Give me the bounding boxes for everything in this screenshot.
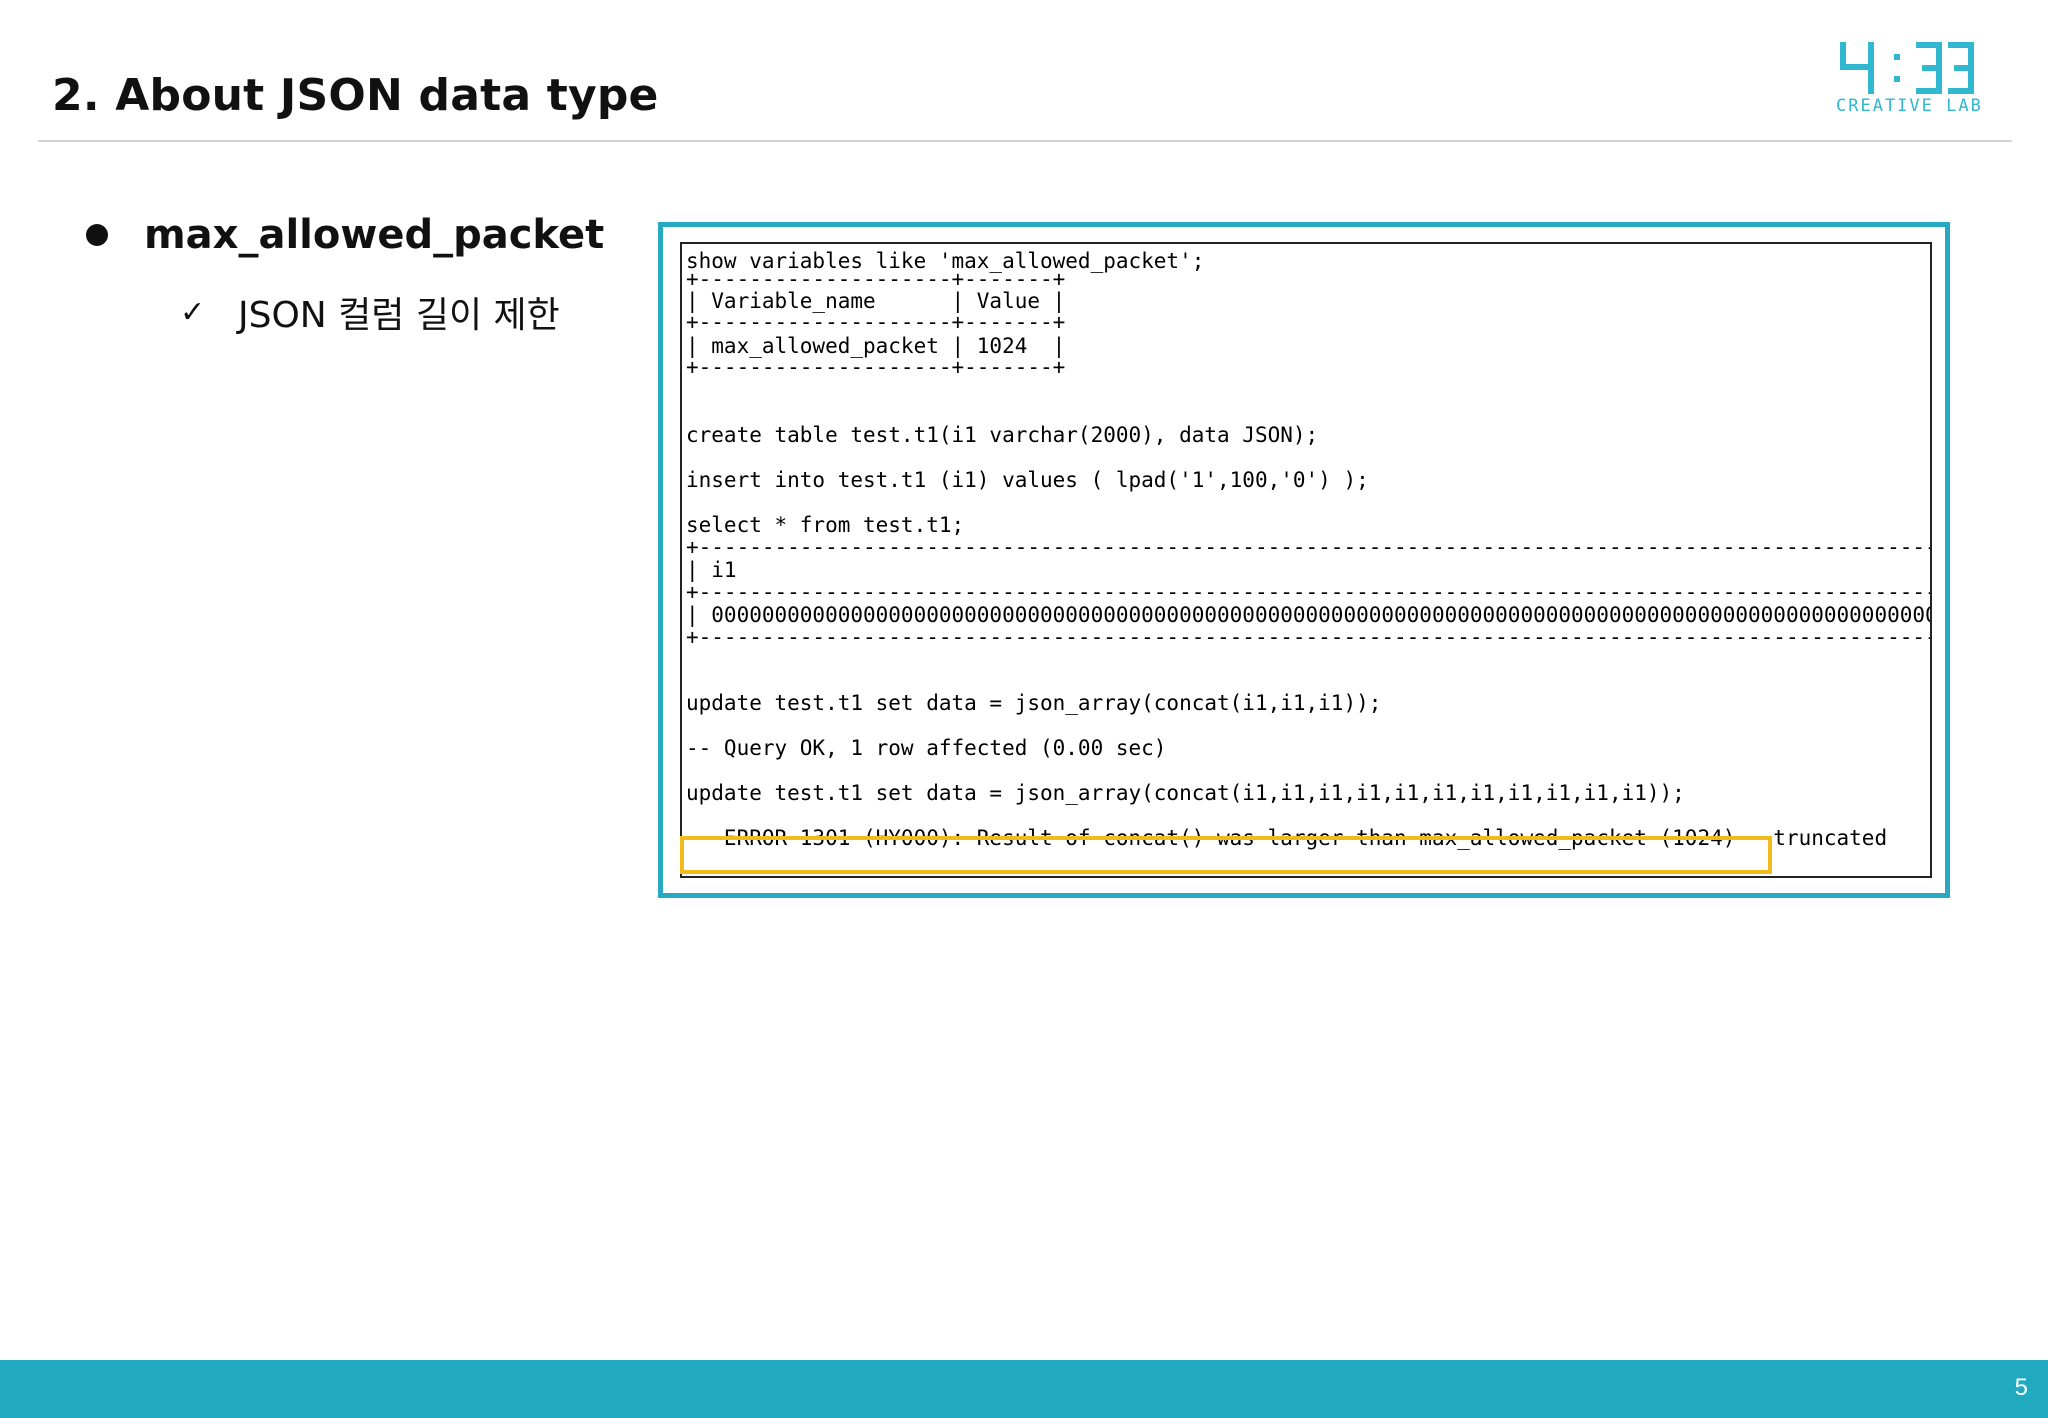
logo-mark-icon [1840,42,1974,94]
check-mark-icon: ✓ [180,294,206,330]
page-number: 5 [2014,1374,2028,1401]
code-screenshot: show variables like 'max_allowed_packet'… [680,242,1932,878]
code-line: +---------------------------------------… [686,625,1930,649]
sub-bullet-item: ✓ JSON 컬럼 길이 제한 [180,286,560,338]
title-divider [38,140,2012,142]
logo-tagline: CREATIVE LAB [1836,96,1983,116]
code-line: -- Query OK, 1 row affected (0.00 sec) [686,736,1167,760]
code-line: +--------------------+-------+ [686,355,1066,379]
code-line: update test.t1 set data = json_array(con… [686,691,1382,715]
slide-title: 2. About JSON data type [52,70,659,121]
code-line: insert into test.t1 (i1) values ( lpad('… [686,468,1369,492]
bullet-item: max_allowed_packet [86,212,604,258]
code-line: update test.t1 set data = json_array(con… [686,781,1685,805]
code-line: create table test.t1(i1 varchar(2000), d… [686,423,1319,447]
bullet-dot-icon [86,224,108,246]
footer-bar: 5 [0,1360,2048,1418]
bullet-text: max_allowed_packet [144,212,605,258]
logo: CREATIVE LAB [1836,40,1983,124]
sub-bullet-text: JSON 컬럼 길이 제한 [238,295,560,336]
error-highlight-box [680,836,1772,874]
